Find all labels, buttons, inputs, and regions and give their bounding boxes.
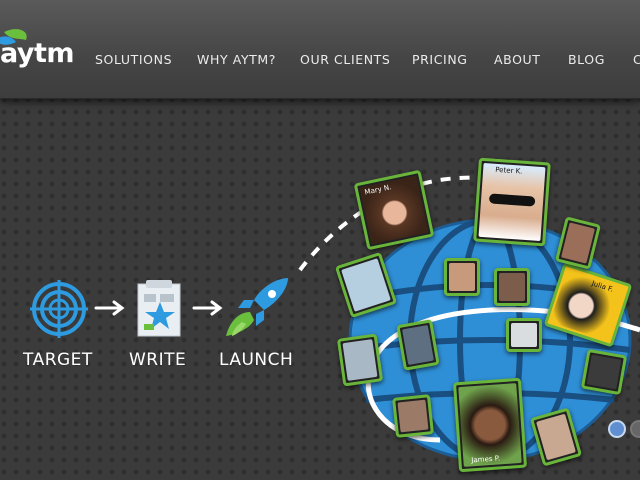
step-label-write: WRITE <box>129 350 187 370</box>
nav-why-aytm[interactable]: WHY AYTM? <box>197 52 276 67</box>
step-label-target: TARGET <box>23 350 93 370</box>
respondent-thumbnail <box>506 318 542 352</box>
top-navigation-bar: aytm SOLUTIONS WHY AYTM? OUR CLIENTS PRI… <box>0 0 640 99</box>
survey-form-icon <box>137 280 181 337</box>
nav-pricing[interactable]: PRICING <box>412 52 468 67</box>
rocket-icon <box>226 278 288 336</box>
respondents-globe-illustration: Mary N. Peter K. Julia F. James P. <box>290 150 640 480</box>
nav-our-clients[interactable]: OUR CLIENTS <box>300 52 390 67</box>
respondent-thumbnail <box>494 268 530 306</box>
nav-about[interactable]: ABOUT <box>494 52 541 67</box>
carousel-dot-active[interactable] <box>608 420 626 438</box>
respondent-photo-james: James P. <box>452 377 528 473</box>
main-nav: SOLUTIONS WHY AYTM? OUR CLIENTS PRICING … <box>0 52 640 72</box>
respondent-thumbnail <box>580 348 628 396</box>
process-steps: TARGET WRITE LAUNCH <box>20 278 310 378</box>
respondent-photo-peter: Peter K. <box>473 157 551 247</box>
respondent-thumbnail <box>336 333 384 387</box>
respondent-photo-mary: Mary N. <box>353 169 435 251</box>
respondent-thumbnail <box>444 258 480 296</box>
nav-contact-truncated[interactable]: C <box>633 52 640 67</box>
respondent-thumbnail <box>396 319 440 371</box>
respondent-thumbnail <box>392 394 434 438</box>
nav-solutions[interactable]: SOLUTIONS <box>95 52 172 67</box>
target-icon <box>30 280 88 338</box>
step-label-launch: LAUNCH <box>219 350 294 370</box>
nav-blog[interactable]: BLOG <box>568 52 605 67</box>
arrow-right-icon <box>94 300 125 316</box>
